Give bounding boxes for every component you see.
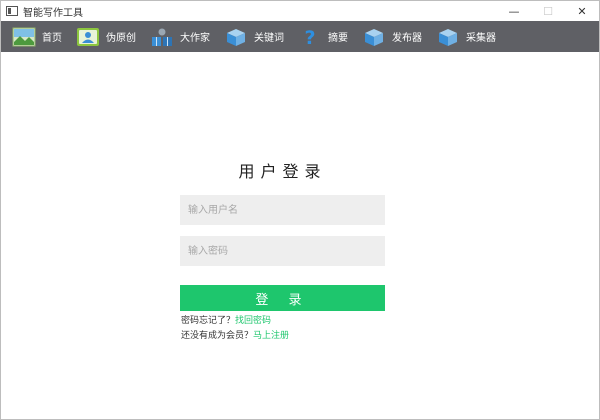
- toolbar-item-home[interactable]: 首页: [12, 21, 62, 52]
- forgot-password-text: 密码忘记了？: [181, 316, 236, 326]
- toolbar-item-collector[interactable]: 采集器: [436, 21, 496, 52]
- toolbar-item-keywords[interactable]: 关键词: [224, 21, 284, 52]
- box-icon: [227, 28, 245, 46]
- box-icon: [439, 28, 457, 46]
- question-mark-icon: ?: [304, 27, 315, 47]
- register-row: 还没有成为会员？马上注册: [181, 328, 289, 341]
- toolbar-item-label: 采集器: [466, 33, 496, 44]
- password-input[interactable]: [180, 236, 385, 266]
- minimize-button[interactable]: —: [497, 1, 531, 21]
- toolbar-item-label: 摘要: [328, 33, 348, 44]
- username-input[interactable]: [180, 195, 385, 225]
- user-profile-icon: [77, 27, 99, 46]
- toolbar-item-label: 关键词: [254, 33, 284, 44]
- svg-text:?: ?: [304, 27, 315, 47]
- box-icon: [365, 28, 383, 46]
- toolbar-item-publisher[interactable]: 发布器: [362, 21, 422, 52]
- maximize-button[interactable]: ☐: [531, 1, 565, 21]
- main-toolbar: 首页 伪原创 大作家 关键词 ? 摘要 发布器 采集器: [1, 21, 599, 52]
- recover-password-link[interactable]: 找回密码: [235, 316, 271, 326]
- toolbar-item-label: 伪原创: [106, 33, 136, 44]
- landscape-photo-icon: [12, 27, 36, 46]
- toolbar-item-summary[interactable]: ? 摘要: [298, 21, 348, 52]
- close-button[interactable]: ✕: [565, 1, 599, 21]
- register-link[interactable]: 马上注册: [253, 331, 289, 341]
- register-prompt-text: 还没有成为会员？: [181, 331, 254, 341]
- forgot-password-row: 密码忘记了？找回密码: [181, 313, 271, 326]
- app-window: 智能写作工具 — ☐ ✕ 首页 伪原创 大作家 关键词 ? 摘要 发布器 采集器…: [0, 0, 600, 420]
- title-bar: 智能写作工具 — ☐ ✕: [1, 1, 599, 21]
- login-button[interactable]: 登 录: [180, 285, 385, 311]
- login-title: 用户登录: [238, 162, 327, 181]
- window-controls: — ☐ ✕: [497, 1, 599, 21]
- toolbar-item-rewrite[interactable]: 伪原创: [76, 21, 136, 52]
- window-title: 智能写作工具: [23, 7, 83, 19]
- toolbar-item-label: 首页: [42, 33, 62, 44]
- app-icon: [6, 6, 18, 16]
- toolbar-item-label: 大作家: [180, 33, 210, 44]
- person-with-books-icon: [152, 28, 172, 46]
- toolbar-item-writer[interactable]: 大作家: [150, 21, 210, 52]
- toolbar-item-label: 发布器: [392, 33, 422, 44]
